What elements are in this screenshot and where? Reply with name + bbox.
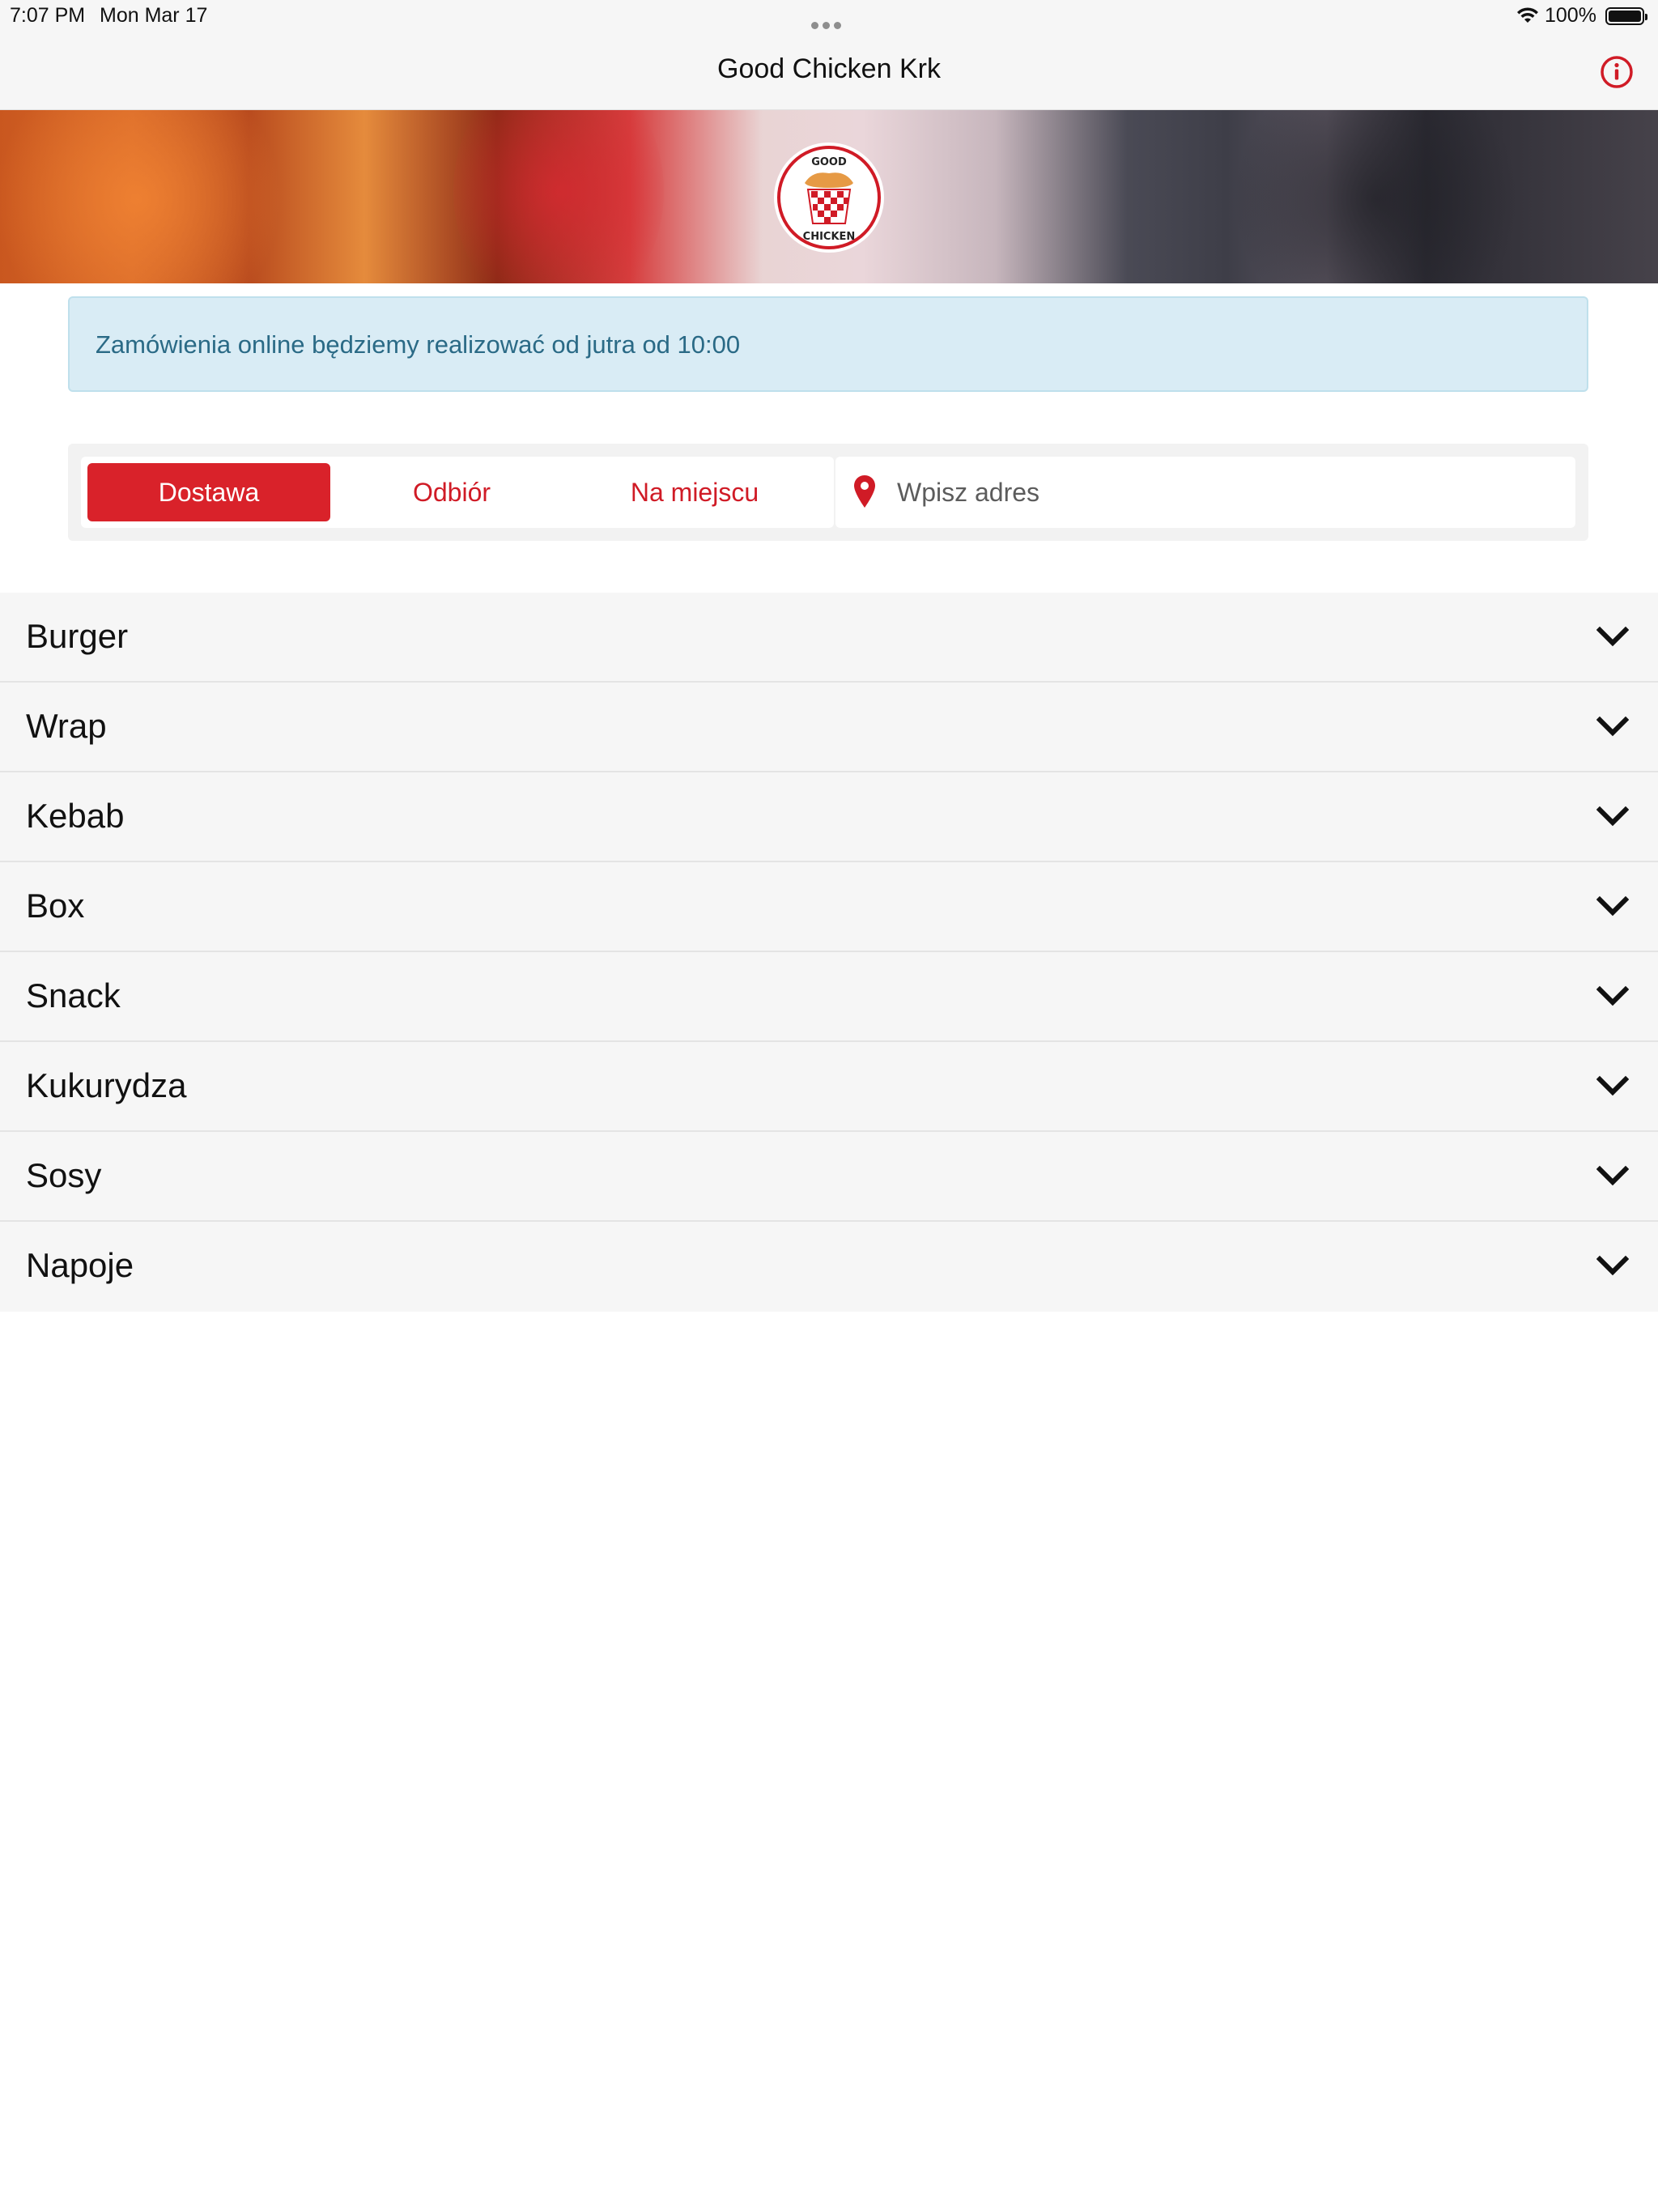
chevron-down-icon (1596, 1165, 1629, 1186)
category-row-burger[interactable]: Burger (0, 593, 1658, 683)
battery-icon (1605, 7, 1647, 25)
order-controls: Dostawa Odbiór Na miejscu (68, 444, 1588, 541)
category-row-kebab[interactable]: Kebab (0, 772, 1658, 862)
hero-banner-image: GOOD CHICKEN (0, 110, 1658, 283)
category-row-napoje[interactable]: Napoje (0, 1222, 1658, 1312)
chevron-down-icon (1596, 895, 1629, 917)
chevron-down-icon (1596, 1075, 1629, 1096)
logo-text-bottom: CHICKEN (803, 231, 856, 243)
category-label: Sosy (26, 1156, 102, 1194)
map-pin-icon (854, 475, 875, 508)
category-row-kukurydza[interactable]: Kukurydza (0, 1042, 1658, 1132)
category-label: Napoje (26, 1246, 134, 1284)
status-time: 7:07 PM (10, 4, 86, 27)
chevron-down-icon (1596, 806, 1629, 827)
status-date: Mon Mar 17 (100, 4, 208, 27)
banner-text: Zamówienia online będziemy realizować od… (96, 330, 741, 359)
chevron-down-icon (1596, 626, 1629, 647)
chevron-down-icon (1596, 1255, 1629, 1276)
category-row-box[interactable]: Box (0, 862, 1658, 952)
navigation-bar: Good Chicken Krk (0, 32, 1658, 110)
multitasking-dots-icon[interactable] (811, 11, 847, 29)
wifi-icon (1517, 7, 1538, 23)
category-label: Box (26, 887, 85, 925)
category-row-wrap[interactable]: Wrap (0, 683, 1658, 772)
good-chicken-logo: GOOD CHICKEN (774, 143, 884, 253)
order-mode-selector: Dostawa Odbiór Na miejscu (81, 457, 834, 528)
address-input[interactable] (895, 457, 1559, 528)
status-bar: 7:07 PM Mon Mar 17 100% (0, 0, 1658, 32)
page-title: Good Chicken Krk (717, 53, 941, 84)
category-label: Kukurydza (26, 1066, 187, 1104)
chevron-down-icon (1596, 716, 1629, 737)
category-row-sosy[interactable]: Sosy (0, 1132, 1658, 1222)
category-list: Burger Wrap Kebab Box Snack Kukurydza So… (0, 593, 1658, 1312)
battery-percent: 100% (1545, 4, 1596, 27)
category-label: Wrap (26, 707, 107, 745)
info-icon[interactable] (1600, 55, 1634, 89)
address-field[interactable] (835, 457, 1575, 528)
category-label: Burger (26, 617, 129, 655)
category-label: Snack (26, 976, 121, 1015)
mode-button-delivery[interactable]: Dostawa (87, 463, 330, 521)
category-label: Kebab (26, 797, 125, 835)
info-banner: Zamówienia online będziemy realizować od… (68, 296, 1588, 392)
mode-button-pickup[interactable]: Odbiór (330, 463, 573, 521)
chevron-down-icon (1596, 985, 1629, 1006)
logo-text-top: GOOD (811, 156, 847, 168)
mode-button-dine-in[interactable]: Na miejscu (573, 463, 816, 521)
category-row-snack[interactable]: Snack (0, 952, 1658, 1042)
